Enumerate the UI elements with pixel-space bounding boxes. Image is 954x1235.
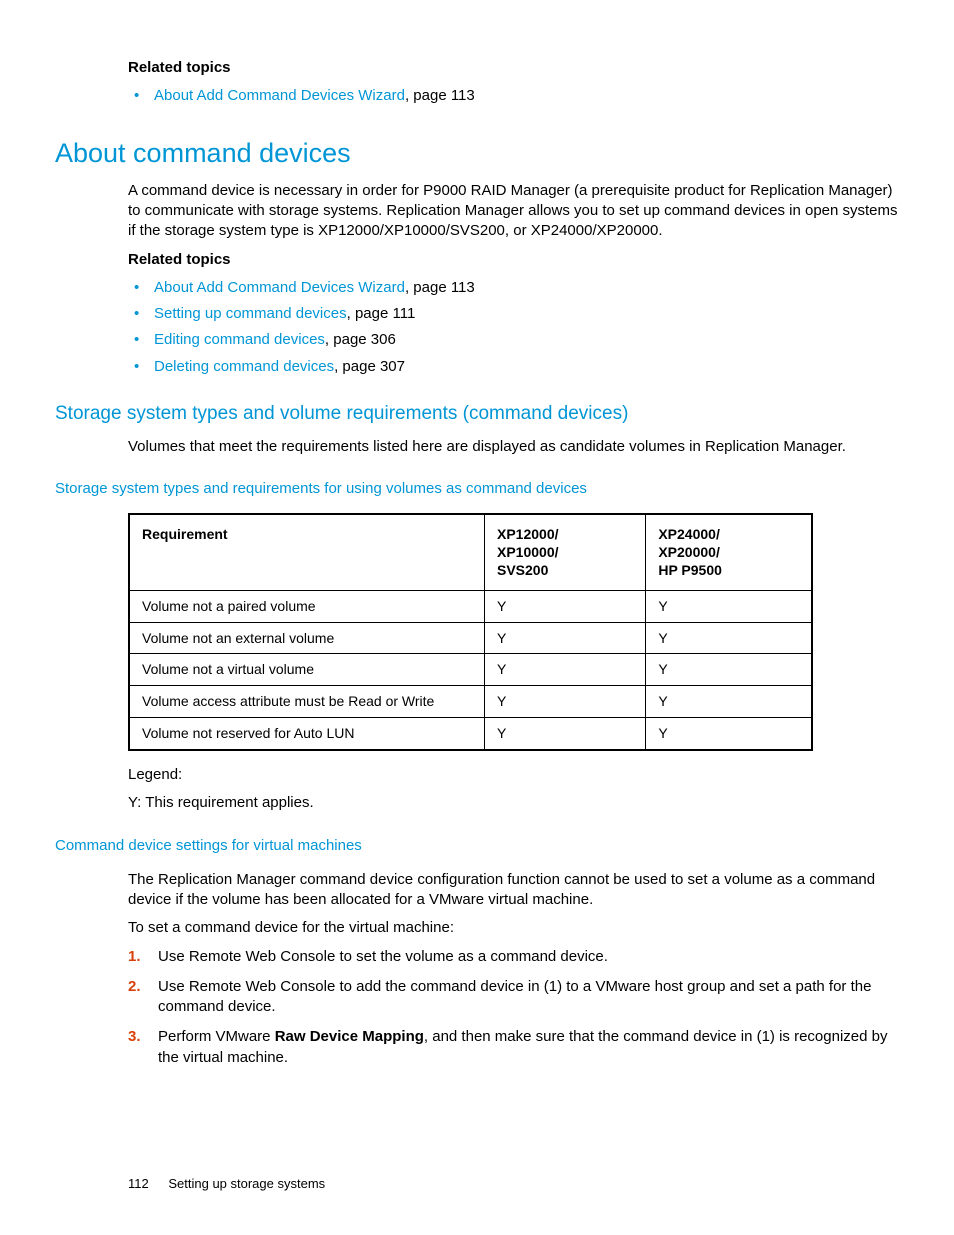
cell: Volume not a paired volume: [129, 590, 485, 622]
link-editing-command-devices[interactable]: Editing command devices: [154, 331, 325, 348]
cell: Y: [485, 622, 646, 654]
link-suffix: , page 111: [347, 305, 416, 322]
col-requirement: Requirement: [129, 514, 485, 590]
related-topics-list-1: About Add Command Devices Wizard, page 1…: [128, 86, 899, 106]
link-suffix: , page 113: [405, 279, 475, 296]
cell: Y: [646, 718, 812, 750]
link-setting-up-command-devices[interactable]: Setting up command devices: [154, 305, 347, 322]
table-row: Volume access attribute must be Read or …: [129, 686, 812, 718]
table-row: Volume not reserved for Auto LUNYY: [129, 718, 812, 750]
legend-text: Y: This requirement applies.: [128, 793, 899, 813]
cell: Y: [485, 686, 646, 718]
legend-label: Legend:: [128, 765, 899, 785]
cell: Y: [485, 590, 646, 622]
link-deleting-command-devices[interactable]: Deleting command devices: [154, 358, 334, 375]
table-title: Storage system types and requirements fo…: [55, 479, 899, 499]
cell: Y: [646, 686, 812, 718]
link-add-command-devices-wizard[interactable]: About Add Command Devices Wizard: [154, 87, 405, 104]
heading-command-device-vm: Command device settings for virtual mach…: [55, 836, 899, 856]
vm-steps-list: Use Remote Web Console to set the volume…: [128, 947, 899, 1068]
cell: Y: [485, 718, 646, 750]
col-xp12000: XP12000/ XP10000/ SVS200: [485, 514, 646, 590]
step-3-text-a: Perform VMware: [158, 1028, 275, 1045]
heading-storage-system-types: Storage system types and volume requirem…: [55, 401, 899, 427]
requirements-table: Requirement XP12000/ XP10000/ SVS200 XP2…: [128, 513, 813, 751]
intro-paragraph: A command device is necessary in order f…: [128, 181, 899, 242]
link-suffix: , page 113: [405, 87, 475, 104]
related-topics-heading-1: Related topics: [128, 58, 899, 78]
cell: Volume not reserved for Auto LUN: [129, 718, 485, 750]
cell: Y: [485, 654, 646, 686]
step-1: Use Remote Web Console to set the volume…: [128, 947, 899, 967]
table-header-row: Requirement XP12000/ XP10000/ SVS200 XP2…: [129, 514, 812, 590]
col-xp24000: XP24000/ XP20000/ HP P9500: [646, 514, 812, 590]
list-item: Setting up command devices, page 111: [128, 304, 899, 324]
cell: Volume not an external volume: [129, 622, 485, 654]
cell: Y: [646, 590, 812, 622]
cell: Y: [646, 622, 812, 654]
cell: Y: [646, 654, 812, 686]
page-number: 112: [128, 1176, 149, 1191]
cell: Volume not a virtual volume: [129, 654, 485, 686]
table-row: Volume not an external volumeYY: [129, 622, 812, 654]
step-2: Use Remote Web Console to add the comman…: [128, 977, 899, 1018]
heading-about-command-devices: About command devices: [55, 135, 899, 171]
vm-paragraph-2: To set a command device for the virtual …: [128, 918, 899, 938]
table-row: Volume not a virtual volumeYY: [129, 654, 812, 686]
list-item: About Add Command Devices Wizard, page 1…: [128, 86, 899, 106]
storage-types-paragraph: Volumes that meet the requirements liste…: [128, 437, 899, 457]
table-row: Volume not a paired volumeYY: [129, 590, 812, 622]
step-3: Perform VMware Raw Device Mapping, and t…: [128, 1027, 899, 1068]
vm-paragraph-1: The Replication Manager command device c…: [128, 870, 899, 911]
page-footer: 112 Setting up storage systems: [128, 1175, 325, 1193]
list-item: Editing command devices, page 306: [128, 330, 899, 350]
list-item: Deleting command devices, page 307: [128, 357, 899, 377]
list-item: About Add Command Devices Wizard, page 1…: [128, 278, 899, 298]
link-add-command-devices-wizard[interactable]: About Add Command Devices Wizard: [154, 279, 405, 296]
related-topics-heading-2: Related topics: [128, 250, 899, 270]
link-suffix: , page 306: [325, 331, 396, 348]
step-3-bold: Raw Device Mapping: [275, 1028, 424, 1045]
link-suffix: , page 307: [334, 358, 405, 375]
related-topics-list-2: About Add Command Devices Wizard, page 1…: [128, 278, 899, 377]
section-name: Setting up storage systems: [168, 1176, 325, 1191]
cell: Volume access attribute must be Read or …: [129, 686, 485, 718]
